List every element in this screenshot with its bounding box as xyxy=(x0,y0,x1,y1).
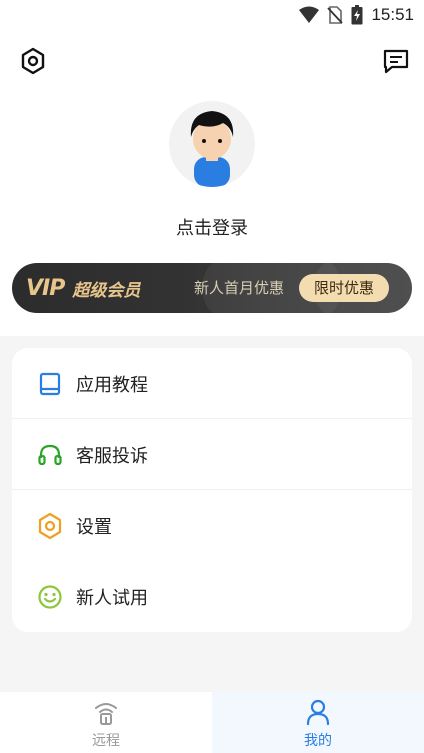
settings-button[interactable] xyxy=(19,46,47,76)
menu-item-label: 客服投诉 xyxy=(76,445,148,467)
avatar-boy-icon xyxy=(190,111,234,187)
bottom-tab-bar: 远程 我的 xyxy=(0,692,424,753)
headset-icon xyxy=(36,441,64,469)
avatar[interactable] xyxy=(169,101,255,187)
hexagon-settings-icon xyxy=(21,47,45,75)
menu-item-support[interactable]: 客服投诉 xyxy=(12,419,412,490)
menu-item-label: 设置 xyxy=(76,516,112,538)
menu-card: 应用教程 客服投诉 设置 新人试用 xyxy=(12,348,412,632)
no-sim-icon xyxy=(327,6,344,24)
tab-label: 远程 xyxy=(92,733,120,749)
vip-badge-button[interactable]: 限时优惠 xyxy=(299,274,389,302)
vip-title: 超级会员 xyxy=(72,280,141,301)
book-icon xyxy=(36,370,64,398)
status-time: 15:51 xyxy=(371,5,414,24)
tab-label: 我的 xyxy=(304,733,332,749)
menu-item-label: 应用教程 xyxy=(76,374,148,396)
status-icons: 15:51 xyxy=(299,3,414,27)
status-bar: 15:51 xyxy=(0,0,424,30)
vip-promo-text: 新人首月优惠 xyxy=(194,279,285,297)
menu-item-label: 新人试用 xyxy=(76,587,148,609)
vip-logo: VIP 超级会员 xyxy=(26,275,140,301)
login-link[interactable]: 点击登录 xyxy=(0,214,424,240)
hexagon-settings-icon xyxy=(36,512,64,540)
menu-item-trial[interactable]: 新人试用 xyxy=(12,561,412,632)
tab-mine[interactable]: 我的 xyxy=(212,692,424,753)
vip-word: VIP xyxy=(26,275,65,301)
vip-banner[interactable]: VIP 超级会员 新人首月优惠 限时优惠 xyxy=(12,263,412,313)
message-button[interactable] xyxy=(382,46,410,76)
menu-item-settings[interactable]: 设置 xyxy=(12,490,412,561)
battery-charging-icon xyxy=(351,5,363,25)
remote-signal-icon xyxy=(92,698,120,726)
tab-remote[interactable]: 远程 xyxy=(0,692,212,753)
smiley-icon xyxy=(36,583,64,611)
wifi-icon xyxy=(299,6,320,23)
person-icon xyxy=(304,698,332,726)
menu-item-tutorial[interactable]: 应用教程 xyxy=(12,348,412,419)
message-icon xyxy=(383,49,409,74)
